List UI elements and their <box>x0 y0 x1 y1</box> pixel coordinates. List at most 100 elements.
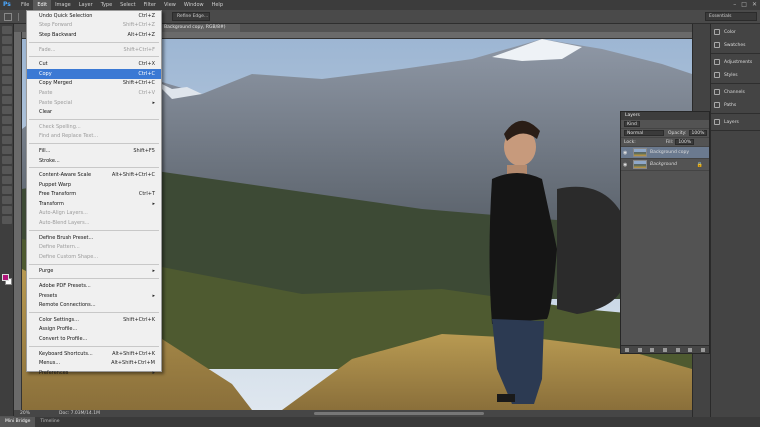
menu-item-clear[interactable]: Clear <box>27 107 161 117</box>
document-tab[interactable]: Background copy, RGB/8#) <box>160 24 240 32</box>
close-icon[interactable]: ✕ <box>752 1 757 8</box>
workspace-select[interactable]: Essentials <box>705 12 757 21</box>
menu-item-cut[interactable]: Cut Ctrl+X <box>27 59 161 69</box>
menu-view[interactable]: View <box>160 0 180 10</box>
fill-input[interactable]: 100% <box>675 139 695 145</box>
hand-tool-icon[interactable] <box>1 206 12 214</box>
quick-selection-tool-icon[interactable] <box>1 56 12 64</box>
brush-size-icon[interactable] <box>18 13 24 21</box>
eye-icon[interactable]: ◉ <box>623 150 630 156</box>
menu-select[interactable]: Select <box>116 0 139 10</box>
menu-item-preferences[interactable]: Preferences ▸ <box>27 368 161 378</box>
menu-filter[interactable]: Filter <box>140 0 160 10</box>
dock-paths-button[interactable]: Paths <box>711 100 760 110</box>
new-layer-icon[interactable] <box>688 347 693 352</box>
menu-item-define-brush-preset[interactable]: Define Brush Preset... <box>27 233 161 243</box>
history-brush-tool-icon[interactable] <box>1 116 12 124</box>
dock-label: Channels <box>724 89 745 95</box>
blur-tool-icon[interactable] <box>1 146 12 154</box>
menu-item-find-and-replace-text: Find and Replace Text... <box>27 132 161 142</box>
new-group-icon[interactable] <box>675 347 680 352</box>
menu-item-free-transform[interactable]: Free Transform Ctrl+T <box>27 190 161 200</box>
menu-item-color-settings[interactable]: Color Settings... Shift+Ctrl+K <box>27 315 161 325</box>
layer-filter-kind[interactable]: Kind <box>624 121 640 127</box>
marquee-tool-icon[interactable] <box>1 36 12 44</box>
pen-tool-icon[interactable] <box>1 166 12 174</box>
refine-edge-button[interactable]: Refine Edge... <box>172 12 210 21</box>
menu-file[interactable]: File <box>17 0 33 10</box>
menu-layer[interactable]: Layer <box>75 0 97 10</box>
dock-layers-button[interactable]: Layers <box>711 117 760 127</box>
menu-item-undo-quick-selection[interactable]: Undo Quick Selection Ctrl+Z <box>27 11 161 21</box>
menu-item-content-aware-scale[interactable]: Content-Aware Scale Alt+Shift+Ctrl+C <box>27 170 161 180</box>
dock-label: Paths <box>724 102 737 108</box>
menu-item-adobe-pdf-presets[interactable]: Adobe PDF Presets... <box>27 281 161 291</box>
menu-item-transform[interactable]: Transform ▸ <box>27 199 161 209</box>
move-tool-icon[interactable] <box>1 26 12 34</box>
menu-item-puppet-warp[interactable]: Puppet Warp <box>27 180 161 190</box>
layer-thumbnail <box>633 160 647 169</box>
shape-tool-icon[interactable] <box>1 196 12 204</box>
menu-item-step-backward[interactable]: Step Backward Alt+Ctrl+Z <box>27 30 161 40</box>
tab-timeline[interactable]: Timeline <box>35 417 64 427</box>
link-layers-icon[interactable] <box>625 347 630 352</box>
gradient-tool-icon[interactable] <box>1 136 12 144</box>
dock-adjustments-button[interactable]: Adjustments <box>711 57 760 67</box>
lasso-tool-icon[interactable] <box>1 46 12 54</box>
eyedropper-tool-icon[interactable] <box>1 76 12 84</box>
menu-item-label: Copy <box>39 70 52 77</box>
foreground-color-swatch[interactable] <box>2 274 9 281</box>
maximize-icon[interactable]: □ <box>741 1 747 8</box>
fx-icon[interactable] <box>637 347 642 352</box>
minimize-icon[interactable]: – <box>733 1 736 8</box>
menu-item-step-forward: Step Forward Shift+Ctrl+Z <box>27 21 161 31</box>
dodge-tool-icon[interactable] <box>1 156 12 164</box>
menu-item-check-spelling: Check Spelling... <box>27 122 161 132</box>
paths-panel-icon <box>714 102 720 108</box>
layers-footer <box>621 345 709 353</box>
menu-item-copy-merged[interactable]: Copy Merged Shift+Ctrl+C <box>27 79 161 89</box>
menu-item-assign-profile[interactable]: Assign Profile... <box>27 325 161 335</box>
path-selection-tool-icon[interactable] <box>1 186 12 194</box>
zoom-level[interactable]: 20% <box>20 410 30 417</box>
eye-icon[interactable]: ◉ <box>623 162 630 168</box>
brush-tool-icon[interactable] <box>1 96 12 104</box>
zoom-tool-icon[interactable] <box>1 216 12 224</box>
dock-styles-button[interactable]: Styles <box>711 70 760 80</box>
horizontal-scrollbar[interactable] <box>314 412 484 415</box>
menu-help[interactable]: Help <box>208 0 227 10</box>
tab-mini-bridge[interactable]: Mini Bridge <box>0 417 36 427</box>
dock-label: Adjustments <box>724 59 753 65</box>
menu-edit[interactable]: Edit <box>33 0 52 10</box>
tool-preset-icon[interactable] <box>4 13 12 21</box>
type-tool-icon[interactable] <box>1 176 12 184</box>
menu-separator <box>29 278 159 280</box>
layer-row[interactable]: ◉ Background 🔒 <box>621 159 709 171</box>
menu-window[interactable]: Window <box>180 0 208 10</box>
menu-item-copy[interactable]: Copy Ctrl+C <box>27 68 161 79</box>
adjustment-layer-icon[interactable] <box>662 347 667 352</box>
menu-type[interactable]: Type <box>97 0 116 10</box>
menu-item-keyboard-shortcuts[interactable]: Keyboard Shortcuts... Alt+Shift+Ctrl+K <box>27 349 161 359</box>
menu-image[interactable]: Image <box>51 0 75 10</box>
delete-layer-icon[interactable] <box>700 347 705 352</box>
eraser-tool-icon[interactable] <box>1 126 12 134</box>
menu-item-stroke[interactable]: Stroke... <box>27 156 161 166</box>
clone-stamp-tool-icon[interactable] <box>1 106 12 114</box>
healing-tool-icon[interactable] <box>1 86 12 94</box>
crop-tool-icon[interactable] <box>1 66 12 74</box>
menu-item-presets[interactable]: Presets ▸ <box>27 291 161 301</box>
menu-item-fill[interactable]: Fill... Shift+F5 <box>27 146 161 156</box>
opacity-input[interactable]: 100% <box>688 130 708 136</box>
dock-swatches-button[interactable]: Swatches <box>711 40 760 50</box>
menu-item-menus[interactable]: Menus... Alt+Shift+Ctrl+M <box>27 358 161 368</box>
layer-row[interactable]: ◉ Background copy <box>621 147 709 159</box>
dock-channels-button[interactable]: Channels <box>711 87 760 97</box>
blend-mode-select[interactable]: Normal <box>624 130 664 136</box>
menu-item-purge[interactable]: Purge ▸ <box>27 267 161 277</box>
menu-item-remote-connections[interactable]: Remote Connections... <box>27 300 161 310</box>
add-mask-icon[interactable] <box>650 347 655 352</box>
menu-item-label: Define Pattern... <box>39 244 80 251</box>
menu-item-convert-to-profile[interactable]: Convert to Profile... <box>27 334 161 344</box>
dock-color-button[interactable]: Color <box>711 27 760 37</box>
